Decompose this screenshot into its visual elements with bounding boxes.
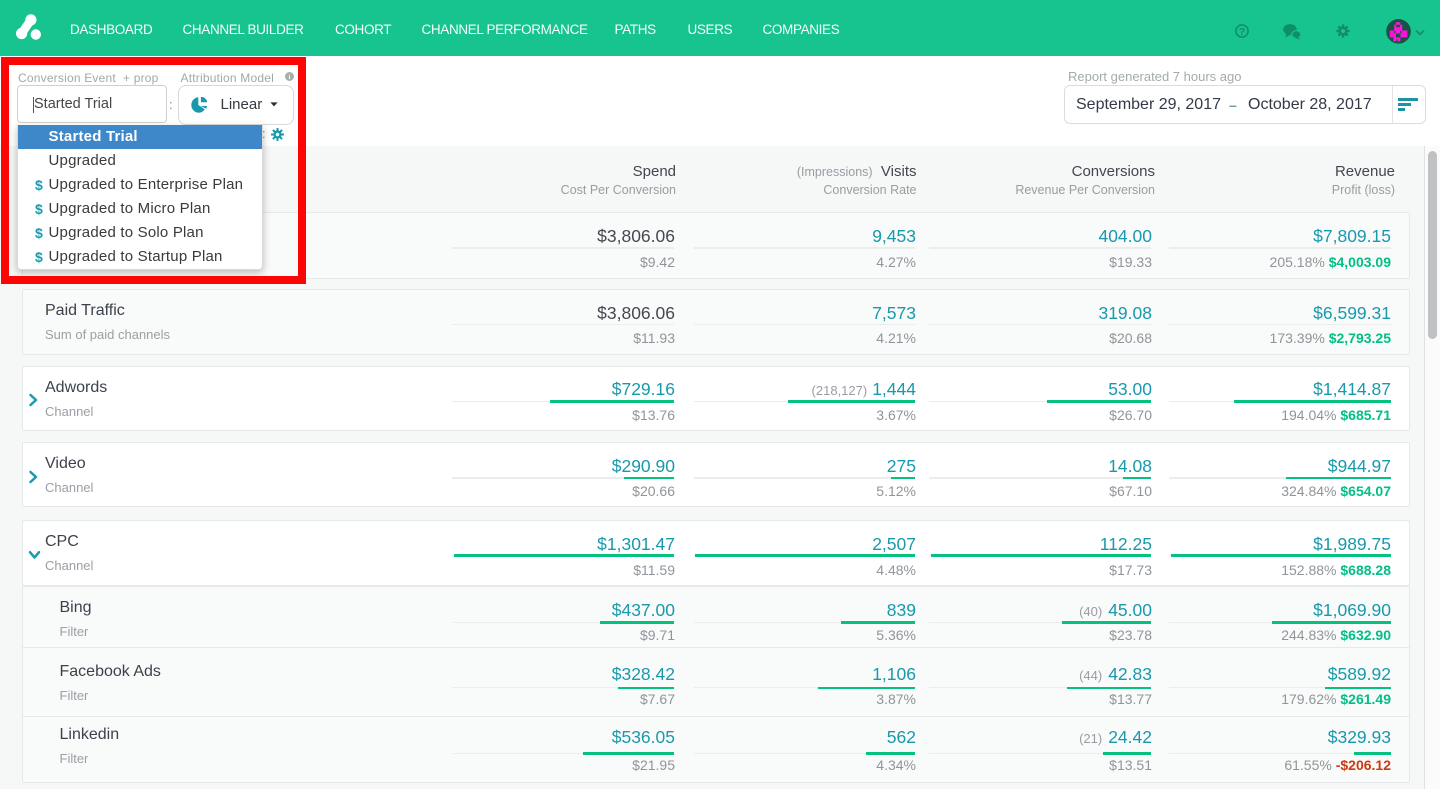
svg-text:?: ? [1239, 26, 1245, 38]
